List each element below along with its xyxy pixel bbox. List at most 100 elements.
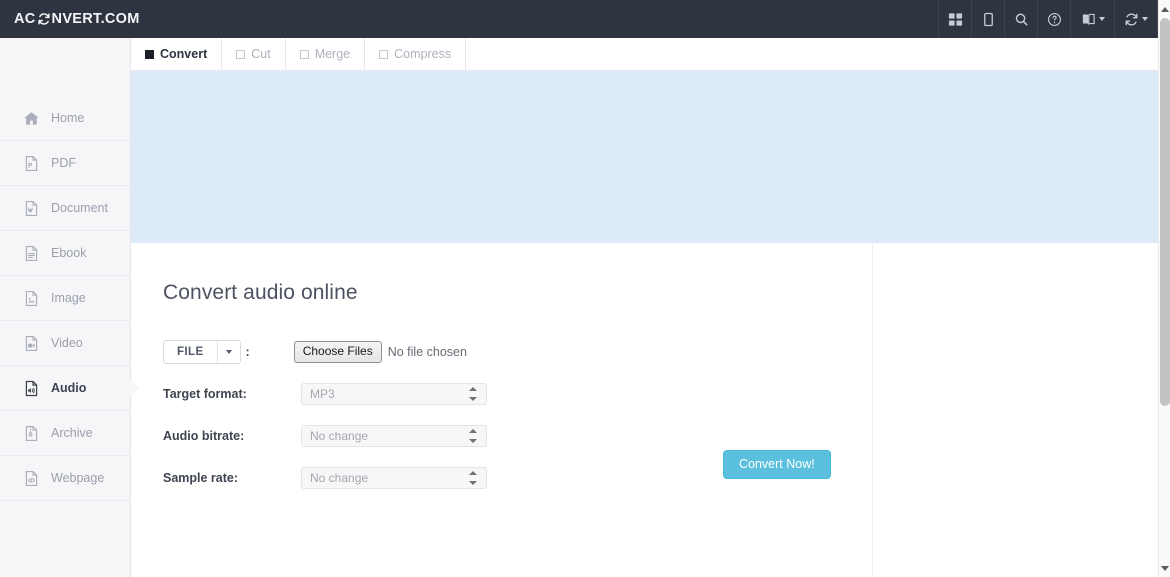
- ebook-file-icon: [22, 244, 40, 262]
- top-navbar: AC NVERT.COM: [0, 0, 1158, 38]
- sidebar-item-pdf[interactable]: PDF: [0, 141, 130, 186]
- pdf-file-icon: [22, 154, 40, 172]
- site-logo[interactable]: AC NVERT.COM: [0, 0, 156, 38]
- source-colon: :: [245, 345, 250, 359]
- audio-file-icon: [22, 379, 40, 397]
- sidebar-item-label: Document: [51, 200, 108, 215]
- page-scrollbar[interactable]: [1158, 0, 1170, 577]
- source-type-dropdown[interactable]: FILE: [163, 340, 241, 364]
- form-row-audio-bitrate: Audio bitrate: No change: [163, 415, 1158, 457]
- help-circle-icon: [1047, 12, 1062, 27]
- target-format-select[interactable]: MP3: [301, 383, 487, 405]
- search-button[interactable]: [1004, 0, 1037, 38]
- language-book-icon: [1081, 12, 1096, 27]
- webpage-code-icon: [22, 469, 40, 487]
- form-row-source: FILE : Choose Files No file chosen: [163, 331, 1158, 373]
- mobile-device-icon: [981, 12, 996, 27]
- sidebar-item-home[interactable]: Home: [0, 96, 130, 141]
- grid-apps-icon: [948, 12, 963, 27]
- tab-convert[interactable]: Convert: [131, 38, 223, 70]
- caret-up-icon: [1161, 6, 1169, 12]
- file-upload-control: Choose Files No file chosen: [293, 341, 467, 363]
- image-file-icon: [22, 289, 40, 307]
- checkbox-icon: [299, 49, 309, 59]
- navbar-spacer: [156, 0, 938, 38]
- convert-now-button[interactable]: Convert Now!: [723, 450, 831, 479]
- sample-rate-select[interactable]: No change: [301, 467, 487, 489]
- scroll-up-button[interactable]: [1159, 2, 1170, 16]
- home-icon: [22, 110, 40, 128]
- sidebar-item-document[interactable]: Document: [0, 186, 130, 231]
- sidebar-item-label: Video: [51, 335, 83, 350]
- sample-rate-label: Sample rate:: [163, 471, 239, 485]
- sidebar-item-label: Webpage: [51, 470, 105, 485]
- updown-arrows-icon: [469, 429, 477, 443]
- archive-file-icon: [22, 424, 40, 442]
- sidebar-item-label: Home: [51, 111, 85, 126]
- brand-suffix: NVERT.COM: [51, 11, 140, 27]
- audio-bitrate-select[interactable]: No change: [301, 425, 487, 447]
- search-icon: [1014, 12, 1029, 27]
- ad-banner-placeholder: [131, 71, 1158, 243]
- sidebar-item-video[interactable]: Video: [0, 321, 130, 366]
- checkbox-icon: [145, 49, 154, 59]
- updown-arrows-icon: [469, 471, 477, 485]
- form-row-sample-rate: Sample rate: No change: [163, 457, 1158, 499]
- checkbox-icon: [379, 49, 389, 59]
- source-type-caret-button[interactable]: [216, 341, 240, 363]
- panel-divider: [872, 243, 873, 577]
- target-format-label: Target format:: [163, 387, 247, 401]
- brand-prefix: AC: [14, 11, 36, 27]
- convert-menu-button[interactable]: [1114, 0, 1158, 38]
- main-content: Convert Cut Merge Compress Convert audio…: [131, 38, 1158, 577]
- refresh-convert-icon: [1124, 12, 1139, 27]
- navbar-actions: [938, 0, 1158, 38]
- convert-refresh-icon: [37, 12, 51, 26]
- chevron-down-icon: [225, 350, 232, 354]
- sidebar-item-label: Audio: [51, 380, 87, 395]
- source-type-label[interactable]: FILE: [164, 341, 217, 363]
- tab-compress[interactable]: Compress: [365, 38, 467, 70]
- mode-tabs: Convert Cut Merge Compress: [131, 38, 1158, 71]
- app-root: AC NVERT.COM Home PDF Document Ebook Ima…: [0, 0, 1170, 577]
- sidebar-item-ebook[interactable]: Ebook: [0, 231, 130, 276]
- target-format-value: MP3: [310, 387, 335, 401]
- language-button[interactable]: [1070, 0, 1114, 38]
- converter-form: FILE : Choose Files No file chosen Targe…: [131, 305, 1158, 499]
- sidebar-item-label: Archive: [51, 425, 93, 440]
- tab-label: Cut: [251, 47, 271, 61]
- submit-area: Convert Now!: [723, 450, 831, 479]
- word-document-icon: [22, 199, 40, 217]
- tab-label: Convert: [160, 47, 208, 61]
- grid-apps-button[interactable]: [938, 0, 971, 38]
- scrollbar-thumb[interactable]: [1160, 18, 1170, 406]
- sidebar-item-label: PDF: [51, 155, 76, 170]
- video-file-icon: [22, 334, 40, 352]
- chevron-down-icon: [1142, 17, 1148, 21]
- page-title: Convert audio online: [163, 281, 358, 304]
- sidebar-nav: Home PDF Document Ebook Image Video Audi…: [0, 38, 139, 577]
- audio-bitrate-label: Audio bitrate:: [163, 429, 245, 443]
- tab-merge[interactable]: Merge: [286, 38, 366, 70]
- sidebar-item-audio[interactable]: Audio: [0, 366, 139, 411]
- sidebar-item-archive[interactable]: Archive: [0, 411, 130, 456]
- mobile-device-button[interactable]: [971, 0, 1004, 38]
- caret-down-icon: [1161, 565, 1169, 571]
- sidebar-item-label: Image: [51, 290, 86, 305]
- sidebar-item-label: Ebook: [51, 245, 87, 260]
- tab-label: Merge: [314, 47, 351, 61]
- checkbox-icon: [236, 49, 246, 59]
- sample-rate-value: No change: [310, 471, 369, 485]
- form-row-target-format: Target format: MP3: [163, 373, 1158, 415]
- audio-bitrate-value: No change: [310, 429, 369, 443]
- choose-files-button[interactable]: Choose Files: [293, 341, 382, 363]
- sidebar-item-image[interactable]: Image: [0, 276, 130, 321]
- updown-arrows-icon: [469, 387, 477, 401]
- chevron-down-icon: [1098, 17, 1105, 21]
- file-status-text: No file chosen: [387, 345, 467, 359]
- sidebar-item-webpage[interactable]: Webpage: [0, 456, 130, 501]
- scroll-down-button[interactable]: [1159, 561, 1170, 575]
- tab-label: Compress: [394, 47, 452, 61]
- help-button[interactable]: [1037, 0, 1070, 38]
- tab-cut[interactable]: Cut: [222, 38, 286, 70]
